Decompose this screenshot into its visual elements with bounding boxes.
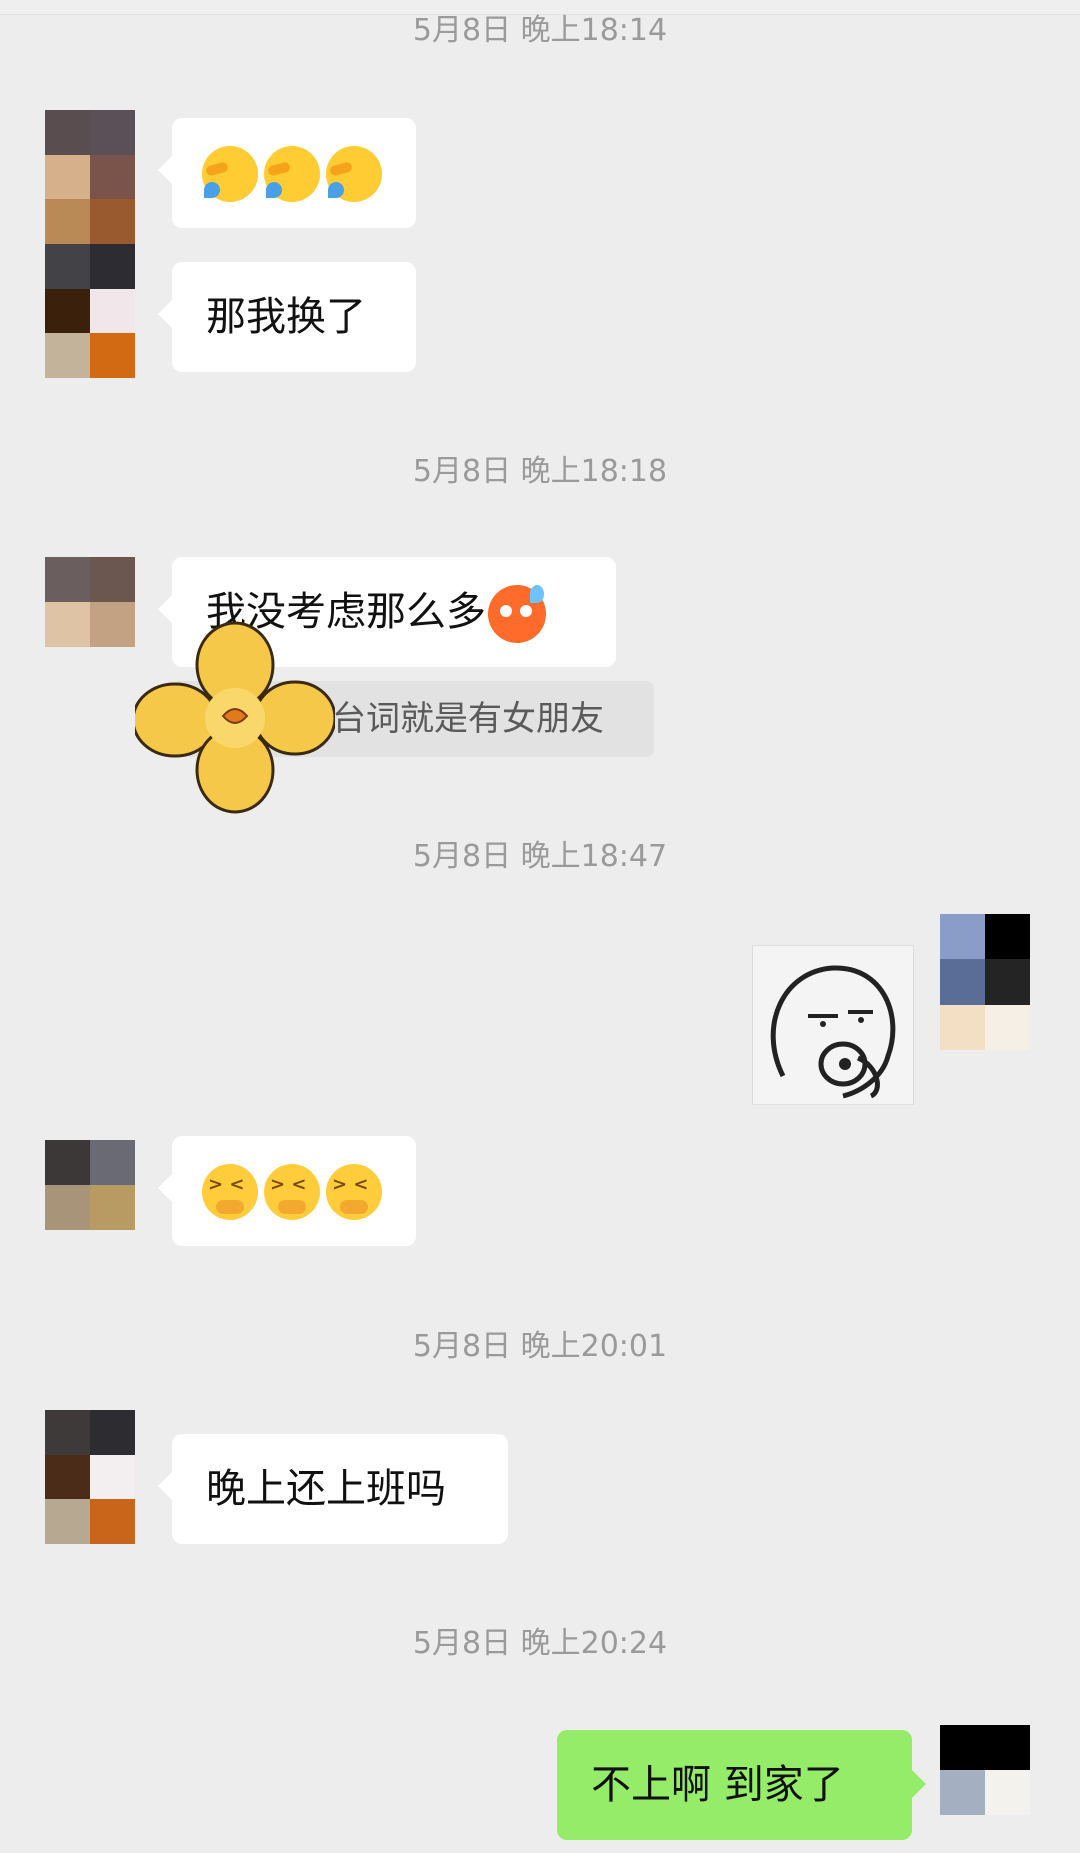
avatar-pixel bbox=[90, 333, 135, 378]
avatar[interactable] bbox=[45, 557, 135, 647]
avatar-pixel bbox=[90, 1410, 135, 1455]
my-avatar[interactable] bbox=[940, 1725, 1030, 1815]
avatar-pixel bbox=[985, 959, 1030, 1005]
avatar-pixel bbox=[45, 244, 90, 289]
message-bubble[interactable]: 那我换了 bbox=[158, 262, 416, 372]
avatar-pixel bbox=[940, 1725, 985, 1770]
avatar-pixel bbox=[45, 110, 90, 155]
avatar-pixel bbox=[45, 199, 90, 244]
timestamp: 5月8日 晚上18:14 bbox=[412, 13, 668, 48]
my-avatar[interactable] bbox=[940, 914, 1030, 1050]
avatar-pixel bbox=[45, 288, 90, 334]
avatar-pixel bbox=[985, 1725, 1030, 1770]
message-text: 晚上还上班吗 bbox=[206, 1466, 446, 1512]
avatar-pixel bbox=[90, 199, 135, 244]
avatar-pixel bbox=[90, 244, 135, 289]
cry-face-icon bbox=[264, 146, 320, 202]
avatar-pixel bbox=[45, 1140, 90, 1185]
quote-text: 台词就是有女朋友 bbox=[332, 699, 604, 739]
avatar-pixel bbox=[45, 1454, 90, 1500]
avatar[interactable] bbox=[45, 1140, 135, 1230]
avatar-pixel bbox=[985, 914, 1030, 960]
avatar[interactable] bbox=[45, 110, 135, 378]
avatar-pixel bbox=[90, 1140, 135, 1185]
sticker-image[interactable] bbox=[752, 945, 914, 1105]
avatar-pixel bbox=[940, 1770, 985, 1815]
timestamp: 5月8日 晚上20:01 bbox=[412, 1329, 668, 1364]
message-text: 不上啊 到家了 bbox=[591, 1762, 844, 1808]
avatar-pixel bbox=[90, 1454, 135, 1500]
avatar-pixel bbox=[45, 333, 90, 378]
avatar[interactable] bbox=[45, 1410, 135, 1544]
avatar-pixel bbox=[90, 288, 135, 334]
avatar-pixel bbox=[45, 1185, 90, 1230]
avatar-pixel bbox=[940, 1004, 985, 1050]
flower-sticker-icon bbox=[135, 621, 335, 814]
cry-face-icon bbox=[202, 146, 258, 202]
message-text: 那我换了 bbox=[206, 294, 366, 340]
avatar-pixel bbox=[90, 154, 135, 200]
avatar-pixel bbox=[985, 1770, 1030, 1815]
nauseated-face-icon bbox=[326, 1164, 382, 1220]
timestamp: 5月8日 晚上18:18 bbox=[412, 454, 668, 489]
message-bubble-emoji[interactable] bbox=[158, 118, 416, 228]
avatar-pixel bbox=[90, 602, 135, 647]
meme-face-icon bbox=[770, 965, 896, 1099]
avatar-pixel bbox=[45, 1499, 90, 1544]
message-bubble-emoji[interactable] bbox=[158, 1136, 416, 1246]
avatar-pixel bbox=[940, 959, 985, 1005]
nauseated-face-icon bbox=[202, 1164, 258, 1220]
sweat-face-icon bbox=[488, 585, 546, 643]
avatar-pixel bbox=[940, 914, 985, 960]
nauseated-face-icon bbox=[264, 1164, 320, 1220]
message-bubble-outgoing[interactable]: 不上啊 到家了 bbox=[557, 1730, 926, 1840]
avatar-pixel bbox=[90, 557, 135, 602]
avatar-pixel bbox=[90, 1499, 135, 1544]
message-bubble[interactable]: 晚上还上班吗 bbox=[158, 1434, 508, 1544]
avatar-pixel bbox=[45, 602, 90, 647]
avatar-pixel bbox=[45, 557, 90, 602]
avatar-pixel bbox=[90, 1185, 135, 1230]
avatar-pixel bbox=[90, 110, 135, 155]
cry-face-icon bbox=[326, 146, 382, 202]
avatar-pixel bbox=[45, 154, 90, 200]
timestamp: 5月8日 晚上18:47 bbox=[412, 839, 668, 874]
avatar-pixel bbox=[985, 1004, 1030, 1050]
avatar-pixel bbox=[45, 1410, 90, 1455]
timestamp: 5月8日 晚上20:24 bbox=[412, 1626, 668, 1661]
